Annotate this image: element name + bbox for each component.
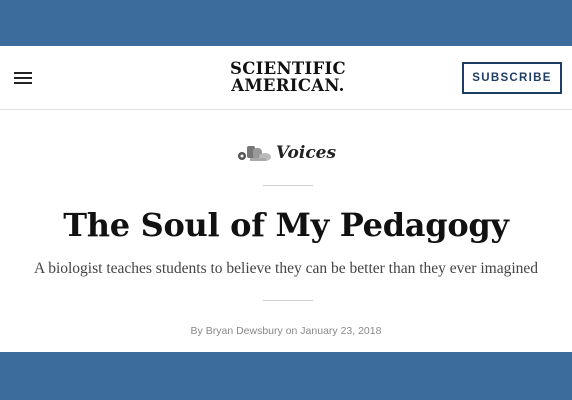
logo-line-1: SCIENTIFIC <box>230 59 346 78</box>
article-title: The Soul of My Pedagogy <box>63 206 509 244</box>
subscribe-button[interactable]: SUBSCRIBE <box>462 62 562 94</box>
voices-icon <box>237 146 271 161</box>
section-label[interactable]: Voices <box>0 140 572 166</box>
hamburger-menu-icon[interactable] <box>14 72 32 84</box>
article-header: Voices The Soul of My Pedagogy A biologi… <box>0 110 572 352</box>
byline-on: on <box>285 325 298 337</box>
site-logo[interactable]: SCIENTIFIC AMERICAN. <box>226 60 350 94</box>
divider-top <box>263 185 313 186</box>
section-name: Voices <box>275 143 337 163</box>
byline: By Bryan Dewsbury on January 23, 2018 <box>0 325 572 337</box>
logo-line-2: AMERICAN. <box>231 76 345 95</box>
top-blue-band <box>0 0 572 46</box>
byline-prefix: By <box>190 325 203 337</box>
publish-date: January 23, 2018 <box>300 325 382 337</box>
author-link[interactable]: Bryan Dewsbury <box>206 325 283 337</box>
bottom-blue-band <box>0 352 572 400</box>
site-header: SCIENTIFIC AMERICAN. SUBSCRIBE <box>0 46 572 110</box>
article-subtitle: A biologist teaches students to believe … <box>33 260 539 277</box>
divider-bottom <box>263 300 313 301</box>
